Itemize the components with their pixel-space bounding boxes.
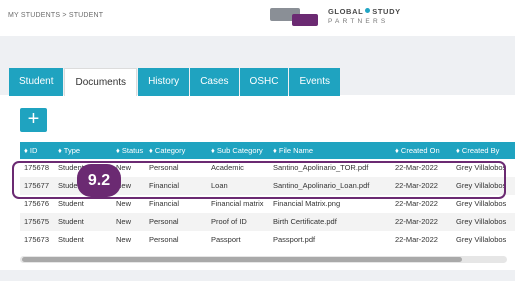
table-row[interactable]: 175673 Student New Personal Passport Pas… (20, 231, 515, 249)
top-bar: MY STUDENTS > STUDENT GLOBAL STUDY PARTNE… (0, 0, 515, 36)
column-header-created-by[interactable]: ♦ Created By (456, 142, 512, 159)
cell-category: Personal (149, 235, 179, 244)
column-header-id[interactable]: ♦ ID (24, 142, 58, 159)
table-row[interactable]: 175675 Student New Personal Proof of ID … (20, 213, 515, 231)
table-header: ♦ ID ♦ Type ♦ Status ♦ Category ♦ Sub Ca… (20, 142, 515, 159)
tab-documents[interactable]: Documents (64, 68, 138, 96)
cell-type: Student (58, 217, 84, 226)
cell-type: Student (58, 235, 84, 244)
company-logo: GLOBAL STUDY PARTNERS (270, 5, 410, 31)
cell-status: New (116, 217, 132, 226)
cell-created-by: Grey Villalobos (456, 235, 507, 244)
column-header-status[interactable]: ♦ Status (116, 142, 152, 159)
cell-status: New (116, 235, 132, 244)
tab-oshc[interactable]: OSHC (239, 68, 289, 96)
tab-bar: Student Documents History Cases OSHC Eve… (9, 68, 341, 96)
cell-id: 175673 (24, 235, 50, 244)
cell-id: 175675 (24, 217, 50, 226)
horizontal-scrollbar[interactable] (20, 256, 507, 263)
cell-file-name[interactable]: Passport.pdf (273, 231, 393, 249)
cell-created-on: 22-Mar-2022 (395, 235, 438, 244)
tab-events[interactable]: Events (289, 68, 341, 96)
logo-text-bottom: PARTNERS (328, 18, 389, 25)
cell-sub-category: Proof of ID (211, 217, 247, 226)
add-document-button[interactable]: + (20, 108, 47, 132)
annotation-badge: 9.2 (77, 164, 121, 197)
logo-dot-icon (365, 8, 371, 13)
tab-history[interactable]: History (138, 68, 190, 96)
cell-sub-category: Passport (211, 235, 241, 244)
scrollbar-thumb[interactable] (22, 257, 462, 262)
breadcrumb[interactable]: MY STUDENTS > STUDENT (8, 12, 103, 19)
cell-file-name[interactable]: Birth Certificate.pdf (273, 213, 393, 231)
cell-created-by: Grey Villalobos (456, 217, 507, 226)
cell-created-on: 22-Mar-2022 (395, 217, 438, 226)
column-header-created-on[interactable]: ♦ Created On (395, 142, 455, 159)
column-header-category[interactable]: ♦ Category (149, 142, 209, 159)
cell-category: Personal (149, 217, 179, 226)
logo-text-top: GLOBAL STUDY (328, 7, 401, 16)
column-header-type[interactable]: ♦ Type (58, 142, 114, 159)
column-header-file-name[interactable]: ♦ File Name (273, 142, 393, 159)
tab-cases[interactable]: Cases (190, 68, 239, 96)
tab-student[interactable]: Student (9, 68, 64, 96)
logo-mark-purple (292, 14, 318, 26)
column-header-sub-category[interactable]: ♦ Sub Category (211, 142, 271, 159)
